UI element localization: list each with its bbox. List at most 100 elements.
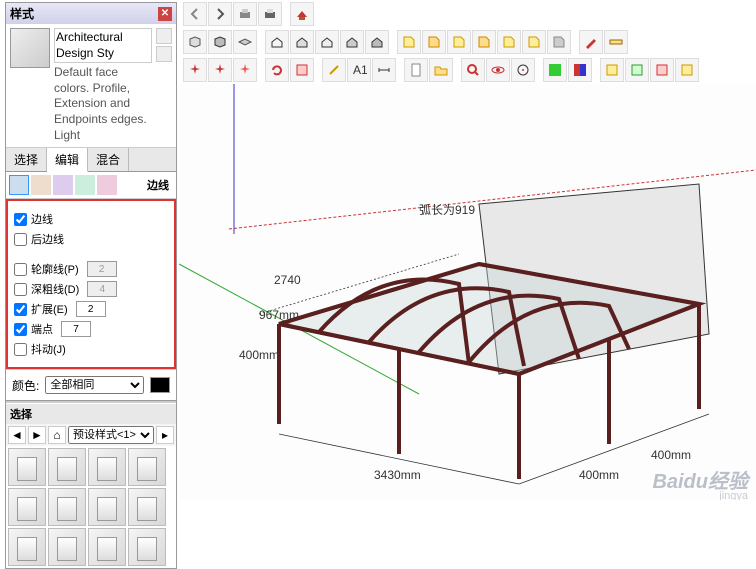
- tool-tag-6[interactable]: [522, 30, 546, 54]
- tool-dims[interactable]: [372, 58, 396, 82]
- tool-folder[interactable]: [429, 58, 453, 82]
- extension-checkbox[interactable]: [14, 303, 27, 316]
- update-style-icon[interactable]: [156, 28, 172, 44]
- color-mode-select[interactable]: 全部相同: [45, 376, 144, 394]
- tool-refresh[interactable]: [265, 58, 289, 82]
- tool-tag-3[interactable]: [447, 30, 471, 54]
- tab-mix[interactable]: 混合: [88, 148, 129, 171]
- edit-subtabs: 边线: [6, 172, 176, 199]
- tool-text[interactable]: A1: [347, 58, 371, 82]
- bg-settings-icon[interactable]: [53, 175, 73, 195]
- style-thumb-3[interactable]: [88, 448, 126, 486]
- style-thumb-9[interactable]: [8, 528, 46, 566]
- style-thumbnail[interactable]: [10, 28, 50, 68]
- tool-model[interactable]: [290, 2, 314, 26]
- tool-color-1[interactable]: [543, 58, 567, 82]
- tool-sparkle[interactable]: [183, 58, 207, 82]
- tab-edit[interactable]: 编辑: [47, 148, 88, 172]
- back-edges-label: 后边线: [31, 231, 64, 247]
- tool-cube-sel[interactable]: [183, 30, 207, 54]
- watermark-settings-icon[interactable]: [75, 175, 95, 195]
- depth-cue-input[interactable]: [87, 281, 117, 297]
- nav-back-icon[interactable]: ◄: [8, 426, 26, 444]
- tool-house-solid[interactable]: [290, 30, 314, 54]
- svg-text:A1: A1: [353, 63, 367, 77]
- tool-comp-3[interactable]: [650, 58, 674, 82]
- style-thumb-4[interactable]: [128, 448, 166, 486]
- tool-print[interactable]: [233, 2, 257, 26]
- color-swatch[interactable]: [150, 377, 170, 393]
- tool-page[interactable]: [404, 58, 428, 82]
- style-thumb-11[interactable]: [88, 528, 126, 566]
- close-icon[interactable]: ✕: [158, 7, 172, 21]
- tool-comp-4[interactable]: [675, 58, 699, 82]
- toolbar-area: A1: [179, 0, 756, 84]
- tool-sparkle-2[interactable]: [208, 58, 232, 82]
- tool-print-color[interactable]: [258, 2, 282, 26]
- tool-tag-2[interactable]: [422, 30, 446, 54]
- style-thumb-6[interactable]: [48, 488, 86, 526]
- back-edges-checkbox[interactable]: [14, 233, 27, 246]
- style-thumb-10[interactable]: [48, 528, 86, 566]
- depth-cue-label: 深粗线(D): [31, 281, 79, 297]
- tool-brush[interactable]: [579, 30, 603, 54]
- extension-label: 扩展(E): [31, 301, 68, 317]
- endpoints-input[interactable]: [61, 321, 91, 337]
- tool-comp-2[interactable]: [625, 58, 649, 82]
- panel-title-text: 样式: [10, 5, 34, 22]
- nav-fwd-icon[interactable]: ►: [28, 426, 46, 444]
- style-thumb-7[interactable]: [88, 488, 126, 526]
- jitter-checkbox[interactable]: [14, 343, 27, 356]
- tool-cube[interactable]: [208, 30, 232, 54]
- style-info: Architectural Design Sty Default face co…: [54, 28, 152, 143]
- watermark-sub: jingya: [719, 490, 748, 500]
- tool-tag-7[interactable]: [547, 30, 571, 54]
- edge-settings-icon[interactable]: [9, 175, 29, 195]
- tool-cube-fold[interactable]: [233, 30, 257, 54]
- tool-target[interactable]: [511, 58, 535, 82]
- styles-panel: 样式 ✕ Architectural Design Sty Default fa…: [5, 2, 177, 569]
- style-actions: [156, 28, 172, 143]
- style-name-field[interactable]: Architectural Design Sty: [54, 28, 152, 63]
- new-style-icon[interactable]: [156, 46, 172, 62]
- tab-select[interactable]: 选择: [6, 148, 47, 171]
- 3d-viewport[interactable]: 弧长为919 2740 967mm 400mm 3430mm 400mm 400…: [179, 84, 756, 500]
- tool-ruler[interactable]: [604, 30, 628, 54]
- tool-zoom[interactable]: [461, 58, 485, 82]
- tool-arrow-right[interactable]: [208, 2, 232, 26]
- tool-color-2[interactable]: [568, 58, 592, 82]
- profiles-checkbox[interactable]: [14, 263, 27, 276]
- tool-tag-1[interactable]: [397, 30, 421, 54]
- style-thumb-1[interactable]: [8, 448, 46, 486]
- style-thumb-2[interactable]: [48, 448, 86, 486]
- style-description: Default face colors. Profile, Extension …: [54, 65, 152, 143]
- style-thumb-8[interactable]: [128, 488, 166, 526]
- tool-comp-1[interactable]: [600, 58, 624, 82]
- style-thumb-5[interactable]: [8, 488, 46, 526]
- tool-house-3[interactable]: [315, 30, 339, 54]
- tool-house-5[interactable]: [365, 30, 389, 54]
- extension-input[interactable]: [76, 301, 106, 317]
- panel-titlebar[interactable]: 样式 ✕: [6, 3, 176, 24]
- tool-wand[interactable]: [322, 58, 346, 82]
- face-settings-icon[interactable]: [31, 175, 51, 195]
- profiles-input[interactable]: [87, 261, 117, 277]
- depth-cue-checkbox[interactable]: [14, 283, 27, 296]
- tool-tag-5[interactable]: [497, 30, 521, 54]
- edges-checkbox[interactable]: [14, 213, 27, 226]
- nav-menu-icon[interactable]: ▸: [156, 426, 174, 444]
- tool-box-red[interactable]: [290, 58, 314, 82]
- tool-eye[interactable]: [486, 58, 510, 82]
- tool-arrow-left[interactable]: [183, 2, 207, 26]
- tool-house-4[interactable]: [340, 30, 364, 54]
- tool-tag-4[interactable]: [472, 30, 496, 54]
- endpoints-checkbox[interactable]: [14, 323, 27, 336]
- tool-house[interactable]: [265, 30, 289, 54]
- tool-sparkle-3[interactable]: [233, 58, 257, 82]
- dim-f: 400mm: [651, 448, 691, 462]
- nav-home-icon[interactable]: ⌂: [48, 426, 66, 444]
- style-thumb-12[interactable]: [128, 528, 166, 566]
- dim-b: 967mm: [259, 308, 299, 322]
- model-settings-icon[interactable]: [97, 175, 117, 195]
- style-collection-select[interactable]: 预设样式<1>: [68, 426, 154, 444]
